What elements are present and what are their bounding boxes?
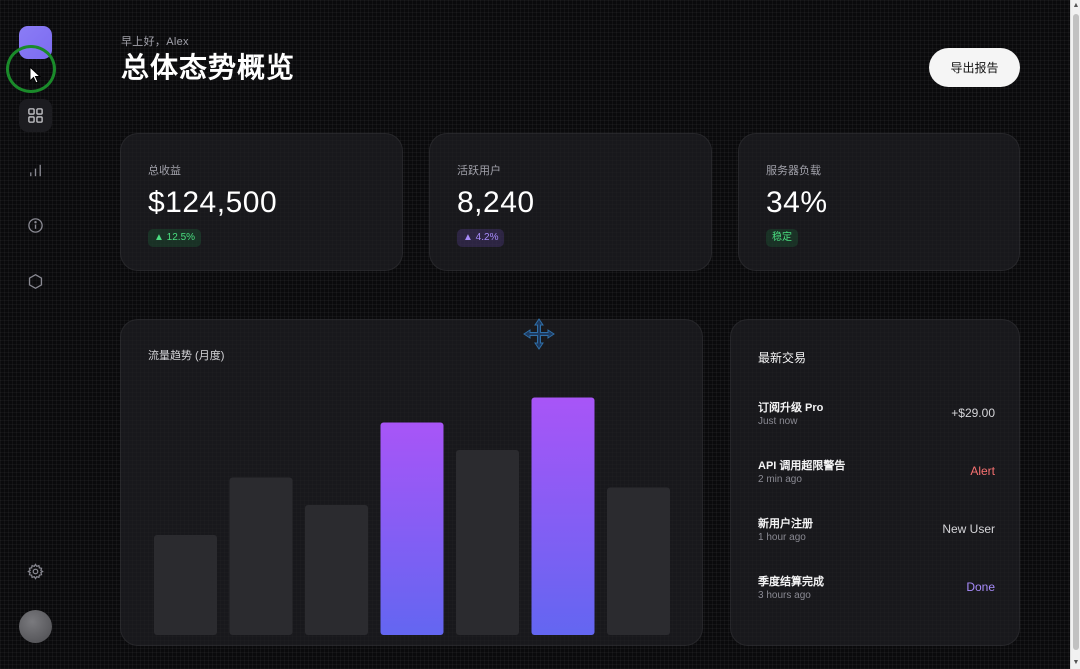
nav-item-dashboard[interactable] [19,99,52,132]
bar-chart-icon [30,164,41,177]
chart-bar-4[interactable] [380,422,444,636]
sidebar [0,0,72,669]
chart-bar-3[interactable] [305,505,368,635]
move-cursor-icon [523,318,555,350]
page-title: 总体态势概览 [121,52,296,83]
transaction-value: New User [942,522,995,536]
chart-bar-5[interactable] [456,450,519,635]
stat-card-revenue: 总收益 $124,500 ▲ 12.5% [120,133,403,271]
transaction-time: Just now [758,416,798,427]
mouse-cursor-icon [29,66,42,84]
transaction-value: Alert [970,464,995,478]
chart-bar-7[interactable] [607,487,670,636]
stat-label: 总收益 [148,165,181,177]
gear-icon [27,563,44,580]
transaction-value: Done [966,580,995,594]
scroll-thumb[interactable] [1073,14,1079,650]
transaction-row[interactable]: 季度结算完成 3 hours ago Done [758,573,995,613]
stat-card-active-users: 活跃用户 8,240 ▲ 4.2% [429,133,712,271]
chart-bar-6[interactable] [531,397,595,636]
stat-value: 34% [766,186,828,219]
stat-label: 活跃用户 [457,165,501,177]
recent-transactions-card: 最新交易 订阅升级 Pro Just now +$29.00 API 调用超限警… [730,319,1020,646]
stat-card-server-load: 服务器负载 34% 稳定 [738,133,1020,271]
stat-value: 8,240 [457,186,535,219]
nav-item-info[interactable] [19,209,52,242]
nav-item-modules[interactable] [19,265,52,298]
chart-bar-1[interactable] [154,535,217,635]
transaction-value: +$29.00 [951,406,995,420]
status-badge: 稳定 [766,229,798,247]
info-icon [28,218,43,233]
transaction-name: 季度结算完成 [758,576,824,588]
transaction-name: 新用户注册 [758,518,813,530]
bar-chart [154,397,670,636]
transaction-row[interactable]: 新用户注册 1 hour ago New User [758,515,995,555]
stat-value: $124,500 [148,186,278,219]
transaction-time: 3 hours ago [758,590,811,601]
scroll-up-icon[interactable]: ▲ [1072,1,1080,11]
trend-badge: ▲ 4.2% [457,229,505,247]
transaction-row[interactable]: API 调用超限警告 2 min ago Alert [758,457,995,497]
nav-item-settings[interactable] [19,555,52,588]
hexagon-icon [28,273,43,290]
traffic-chart-card: 流量趋势 (月度) [120,319,703,646]
stat-label: 服务器负载 [766,165,821,177]
scroll-down-icon[interactable]: ▼ [1072,658,1080,668]
transaction-time: 1 hour ago [758,532,806,543]
nav-item-analytics[interactable] [19,154,52,187]
grid-icon [28,108,43,123]
chart-bar-2[interactable] [229,477,293,636]
avatar[interactable] [19,610,52,643]
export-report-button[interactable]: 导出报告 [929,48,1020,87]
transaction-name: 订阅升级 Pro [758,402,824,414]
vertical-scrollbar[interactable]: ▲ ▼ [1070,0,1080,669]
transaction-row[interactable]: 订阅升级 Pro Just now +$29.00 [758,399,995,439]
transactions-title: 最新交易 [758,351,807,365]
trend-badge: ▲ 12.5% [148,229,202,247]
transaction-time: 2 min ago [758,474,802,485]
transaction-name: API 调用超限警告 [758,460,846,472]
